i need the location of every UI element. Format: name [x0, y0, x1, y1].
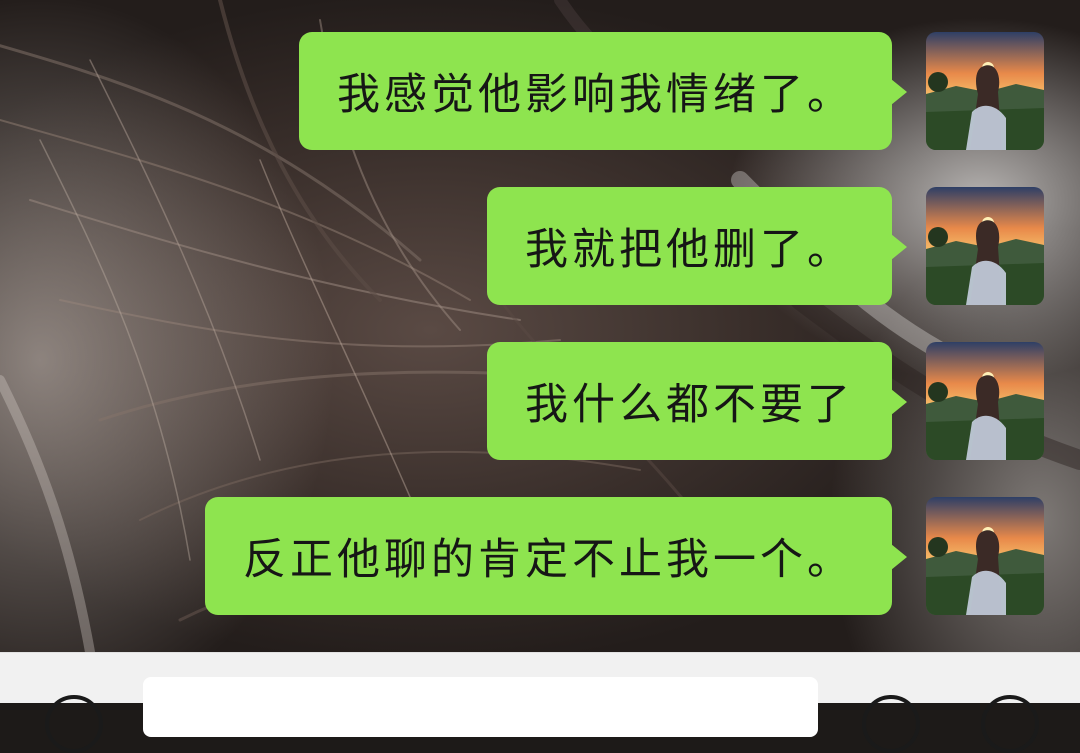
message-row: 我什么都不要了 [487, 342, 1044, 460]
message-text: 我什么都不要了 [525, 380, 854, 430]
sunset-girl-avatar[interactable] [926, 187, 1044, 305]
message-input-bar [0, 652, 1080, 753]
chat-area[interactable]: 我感觉他影响我情绪了。 我就把他删了。 我什么都不要了 反正他聊的肯定不止我一个… [0, 0, 1080, 652]
emoji-icon[interactable] [862, 695, 920, 753]
message-bubble[interactable]: 我什么都不要了 [487, 342, 907, 460]
sunset-girl-avatar[interactable] [926, 342, 1044, 460]
message-bubble[interactable]: 我感觉他影响我情绪了。 [299, 32, 907, 150]
avatar-image [926, 32, 1044, 150]
sunset-girl-avatar[interactable] [926, 497, 1044, 615]
message-input[interactable] [143, 677, 818, 737]
message-bubble[interactable]: 反正他聊的肯定不止我一个。 [205, 497, 907, 615]
message-text: 我就把他删了。 [525, 225, 854, 275]
avatar-image [926, 187, 1044, 305]
message-row: 我就把他删了。 [487, 187, 1044, 305]
message-bubble[interactable]: 我就把他删了。 [487, 187, 907, 305]
sunset-girl-avatar[interactable] [926, 32, 1044, 150]
message-text: 我感觉他影响我情绪了。 [337, 70, 854, 120]
message-row: 反正他聊的肯定不止我一个。 [205, 497, 1044, 615]
message-row: 我感觉他影响我情绪了。 [299, 32, 1044, 150]
plus-icon[interactable] [981, 695, 1039, 753]
message-text: 反正他聊的肯定不止我一个。 [243, 535, 854, 585]
avatar-image [926, 342, 1044, 460]
voice-icon[interactable] [45, 695, 103, 753]
avatar-image [926, 497, 1044, 615]
